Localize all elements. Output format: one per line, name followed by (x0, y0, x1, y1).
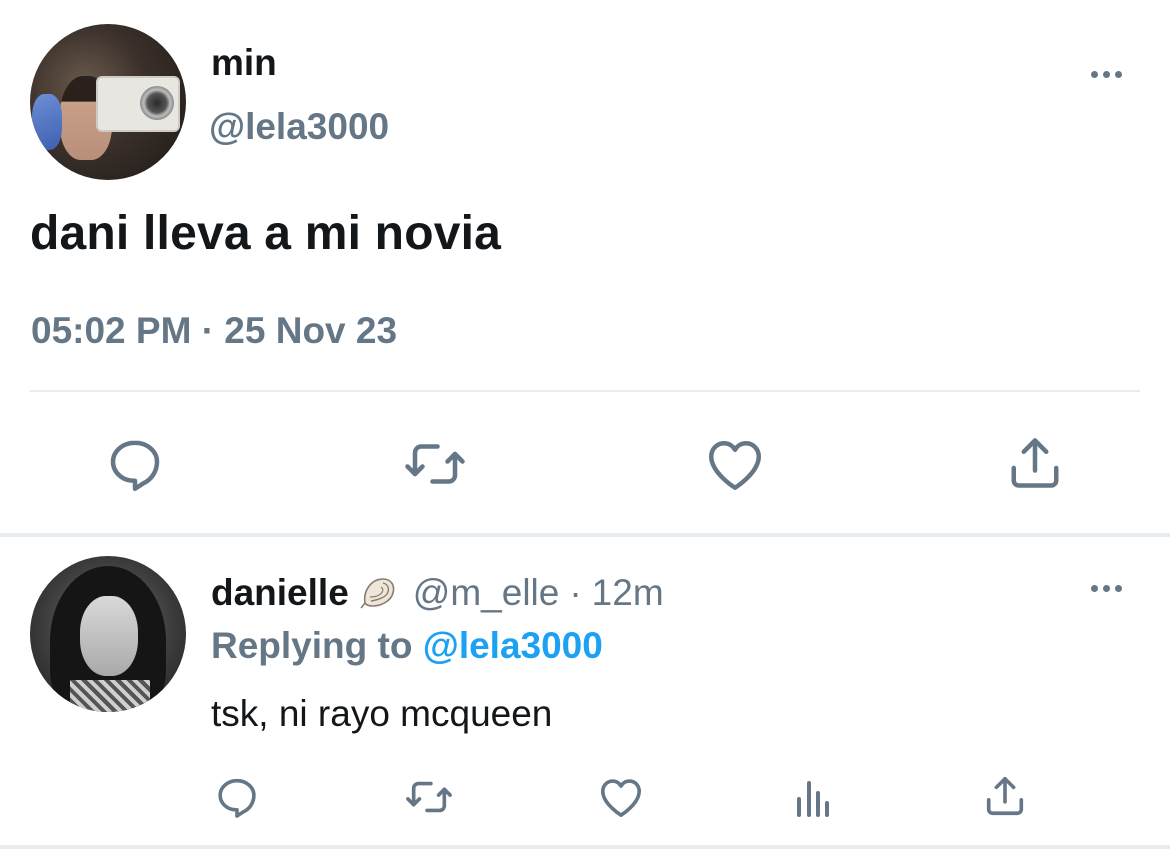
author-handle[interactable]: @m_elle (413, 572, 560, 614)
avatar[interactable] (30, 24, 186, 180)
avatar-face (80, 596, 138, 676)
avatar-glove (32, 94, 62, 150)
seashell-icon (359, 573, 399, 611)
tweet-timestamp[interactable]: 05:02 PM · 25 Nov 23 (31, 310, 397, 352)
replying-mention-link[interactable]: @lela3000 (423, 625, 603, 666)
divider (0, 845, 1170, 849)
section-separator (0, 533, 1170, 537)
tweet-text: dani lleva a mi novia (30, 207, 502, 260)
more-horizontal-icon[interactable] (1086, 578, 1126, 598)
avatar-camera-lens (140, 86, 174, 120)
reply-time[interactable]: 12m (592, 572, 664, 614)
comment-icon[interactable] (100, 432, 170, 496)
author-handle[interactable]: @lela3000 (209, 106, 389, 148)
divider (30, 390, 1140, 392)
share-icon[interactable] (980, 770, 1030, 822)
share-icon[interactable] (1002, 430, 1068, 496)
retweet-icon[interactable] (400, 772, 458, 822)
reply-text: tsk, ni rayo mcqueen (211, 693, 553, 734)
comment-icon[interactable] (211, 772, 263, 822)
reply-header: danielle @m_elle · 12m (211, 567, 664, 614)
separator-dot: · (569, 572, 582, 613)
heart-icon[interactable] (702, 432, 768, 496)
bar-chart-icon[interactable] (790, 772, 836, 822)
tweet-thread: min @lela3000 dani lleva a mi novia 05:0… (0, 0, 1170, 849)
heart-icon[interactable] (596, 772, 646, 822)
author-name[interactable]: danielle (211, 572, 349, 614)
author-name[interactable]: min (211, 42, 277, 84)
avatar[interactable] (30, 556, 186, 712)
more-horizontal-icon[interactable] (1086, 64, 1126, 84)
retweet-icon[interactable] (398, 432, 472, 496)
replying-label: Replying to (211, 625, 413, 666)
replying-to: Replying to @lela3000 (211, 625, 603, 667)
avatar-collar (70, 680, 150, 712)
